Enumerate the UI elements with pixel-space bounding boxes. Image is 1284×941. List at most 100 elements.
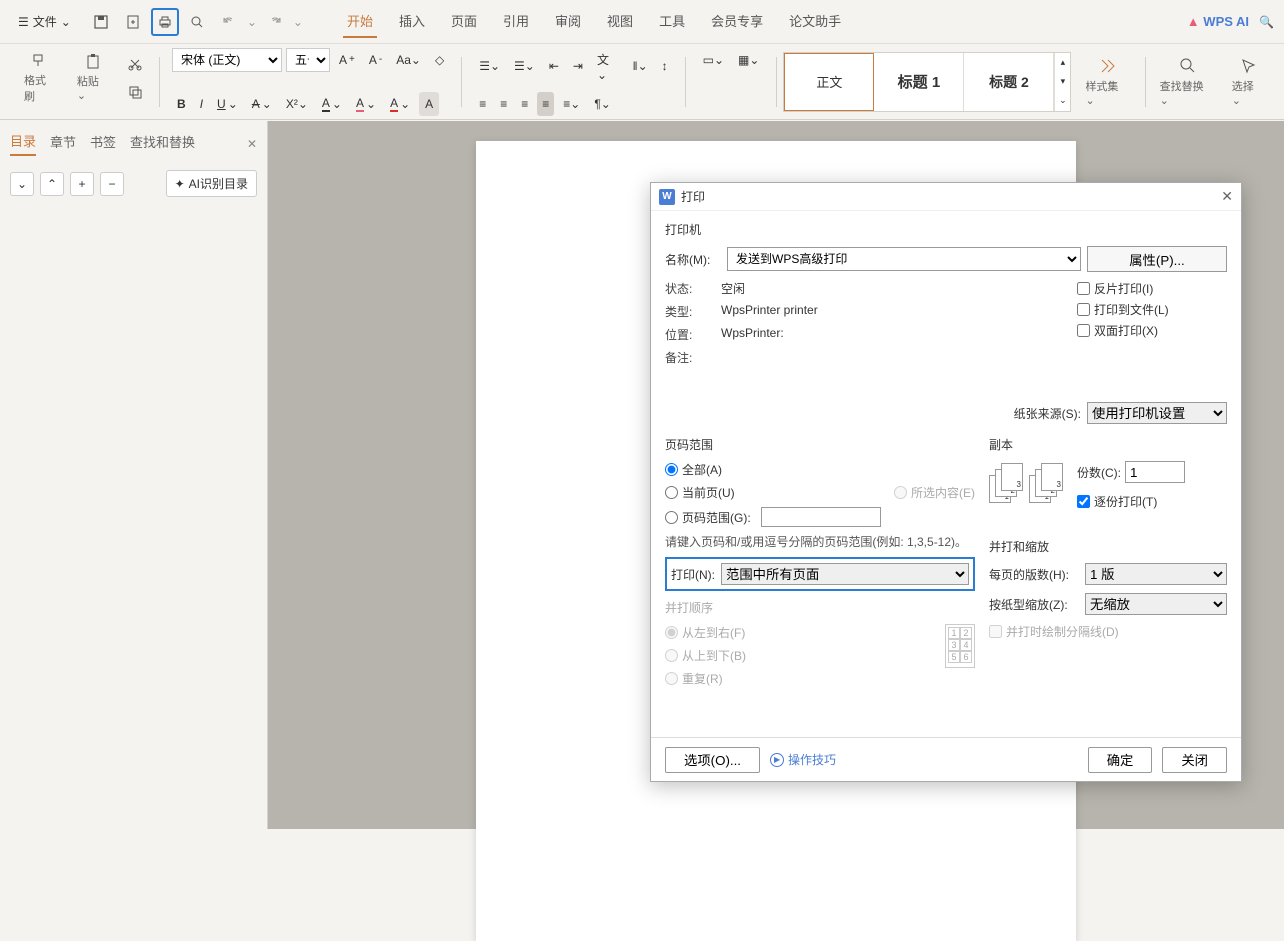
italic-button[interactable]: I: [195, 92, 208, 116]
remove-button[interactable]: −: [100, 172, 124, 196]
range-pages-radio[interactable]: [665, 511, 678, 524]
style-down-icon[interactable]: ▾: [1055, 76, 1070, 87]
save-button[interactable]: [87, 8, 115, 36]
tab-start[interactable]: 开始: [343, 5, 377, 38]
shading-button[interactable]: A: [419, 92, 439, 116]
range-current-radio[interactable]: [665, 486, 678, 499]
change-case-button[interactable]: Aa⌄: [391, 48, 426, 72]
tab-view[interactable]: 视图: [603, 5, 637, 38]
clear-format-button[interactable]: ◇: [430, 48, 449, 72]
chevron-down-icon[interactable]: ⌄: [247, 15, 257, 29]
text-direction-button[interactable]: 文⌄: [592, 48, 624, 85]
navtab-chapter[interactable]: 章节: [50, 132, 76, 155]
select-button[interactable]: 选择 ⌄: [1224, 52, 1274, 111]
sort-button[interactable]: ↕: [657, 54, 673, 78]
print-preview-button[interactable]: [183, 8, 211, 36]
increase-indent-button[interactable]: ⇥: [568, 54, 588, 78]
tips-link[interactable]: ▶操作技巧: [770, 751, 836, 768]
tab-page[interactable]: 页面: [447, 5, 481, 38]
range-selection-radio: [894, 486, 907, 499]
dialog-close-icon[interactable]: ✕: [1221, 188, 1233, 205]
print-to-file-checkbox[interactable]: [1077, 303, 1090, 316]
options-button[interactable]: 选项(O)...: [665, 747, 760, 773]
ribbon-group-insert: ▭⌄ ▦⌄: [692, 48, 771, 116]
ai-icon: ✦: [175, 177, 185, 191]
decrease-indent-button[interactable]: ⇤: [544, 54, 564, 78]
collapse-button[interactable]: ⌄: [10, 172, 34, 196]
paragraph-settings-button[interactable]: ¶⌄: [589, 92, 616, 116]
underline-button[interactable]: U⌄: [212, 92, 243, 116]
tab-tool[interactable]: 工具: [655, 5, 689, 38]
redo-button[interactable]: [261, 8, 289, 36]
style-more-icon[interactable]: ⌄: [1055, 95, 1070, 106]
numbering-button[interactable]: ☰⌄: [509, 54, 540, 78]
shrink-font-button[interactable]: A-: [364, 48, 387, 72]
table-button[interactable]: ▦⌄: [733, 48, 764, 72]
bold-button[interactable]: B: [172, 92, 191, 116]
format-painter-button[interactable]: 格式刷: [16, 48, 65, 108]
tab-ref[interactable]: 引用: [499, 5, 533, 38]
dialog-title: 打印: [681, 188, 705, 205]
find-replace-button[interactable]: 查找替换 ⌄: [1152, 52, 1224, 111]
font-color-button[interactable]: A⌄: [385, 92, 415, 116]
font-name-select[interactable]: 宋体 (正文): [172, 48, 282, 72]
cancel-button[interactable]: 关闭: [1162, 747, 1227, 773]
font-size-select[interactable]: 五号: [286, 48, 330, 72]
pages-per-sheet-select[interactable]: 1 版: [1085, 563, 1227, 585]
superscript-button[interactable]: X²⌄: [281, 92, 313, 116]
tab-insert[interactable]: 插入: [395, 5, 429, 38]
distribute-button[interactable]: ≡⌄: [558, 92, 585, 116]
navpane-tools: ⌄ ⌃ + − ✦AI识别目录: [10, 170, 257, 197]
file-menu[interactable]: ☰ 文件 ⌄: [10, 9, 79, 34]
print-button[interactable]: [151, 8, 179, 36]
shape-fill-button[interactable]: ▭⌄: [698, 48, 729, 72]
style-set-button[interactable]: 样式集 ⌄: [1077, 52, 1138, 111]
tab-review[interactable]: 审阅: [551, 5, 585, 38]
duplex-checkbox[interactable]: [1077, 324, 1090, 337]
navpane-close-icon[interactable]: ✕: [247, 137, 257, 151]
line-spacing-button[interactable]: ‖⌄: [628, 54, 653, 78]
expand-button[interactable]: ⌃: [40, 172, 64, 196]
range-all-radio[interactable]: [665, 463, 678, 476]
collate-label: 逐份打印(T): [1094, 493, 1157, 510]
printer-name-select[interactable]: 发送到WPS高级打印: [727, 247, 1081, 271]
scale-to-paper-select[interactable]: 无缩放: [1085, 593, 1227, 615]
align-center-button[interactable]: ≡: [495, 92, 512, 116]
copy-button[interactable]: [123, 80, 147, 104]
reverse-print-checkbox[interactable]: [1077, 282, 1090, 295]
add-button[interactable]: +: [70, 172, 94, 196]
style-up-icon[interactable]: ▴: [1055, 57, 1070, 68]
navtab-toc[interactable]: 目录: [10, 131, 36, 156]
navtab-find[interactable]: 查找和替换: [130, 132, 195, 155]
copies-input[interactable]: [1125, 461, 1185, 483]
tab-thesis[interactable]: 论文助手: [785, 5, 845, 38]
style-heading2[interactable]: 标题 2: [964, 53, 1054, 111]
tab-member[interactable]: 会员专享: [707, 5, 767, 38]
style-heading1[interactable]: 标题 1: [874, 53, 964, 111]
paste-button[interactable]: 粘贴 ⌄: [69, 49, 119, 106]
ai-toc-button[interactable]: ✦AI识别目录: [166, 170, 257, 197]
style-normal[interactable]: 正文: [784, 53, 874, 111]
highlight-button[interactable]: A⌄: [351, 92, 381, 116]
wps-ai-button[interactable]: ▲ WPS AI: [1187, 14, 1249, 29]
printer-properties-button[interactable]: 属性(P)...: [1087, 246, 1227, 272]
collate-checkbox[interactable]: [1077, 495, 1090, 508]
printer-name-label: 名称(M):: [665, 251, 721, 268]
bullets-button[interactable]: ☰⌄: [474, 54, 505, 78]
paper-source-select[interactable]: 使用打印机设置: [1087, 402, 1227, 424]
strikethrough-button[interactable]: A⌄: [247, 92, 277, 116]
undo-button[interactable]: [215, 8, 243, 36]
search-icon[interactable]: 🔍: [1259, 15, 1274, 29]
cut-button[interactable]: [123, 52, 147, 76]
chevron-down-icon[interactable]: ⌄: [293, 15, 303, 29]
page-range-input[interactable]: [761, 507, 881, 527]
print-n-select[interactable]: 范围中所有页面: [721, 563, 969, 585]
ok-button[interactable]: 确定: [1088, 747, 1153, 773]
align-justify-button[interactable]: ≡: [537, 92, 554, 116]
grow-font-button[interactable]: A+: [334, 48, 360, 72]
align-right-button[interactable]: ≡: [516, 92, 533, 116]
text-effect-button[interactable]: A⌄: [317, 92, 347, 116]
align-left-button[interactable]: ≡: [474, 92, 491, 116]
navtab-bookmark[interactable]: 书签: [90, 132, 116, 155]
export-button[interactable]: [119, 8, 147, 36]
